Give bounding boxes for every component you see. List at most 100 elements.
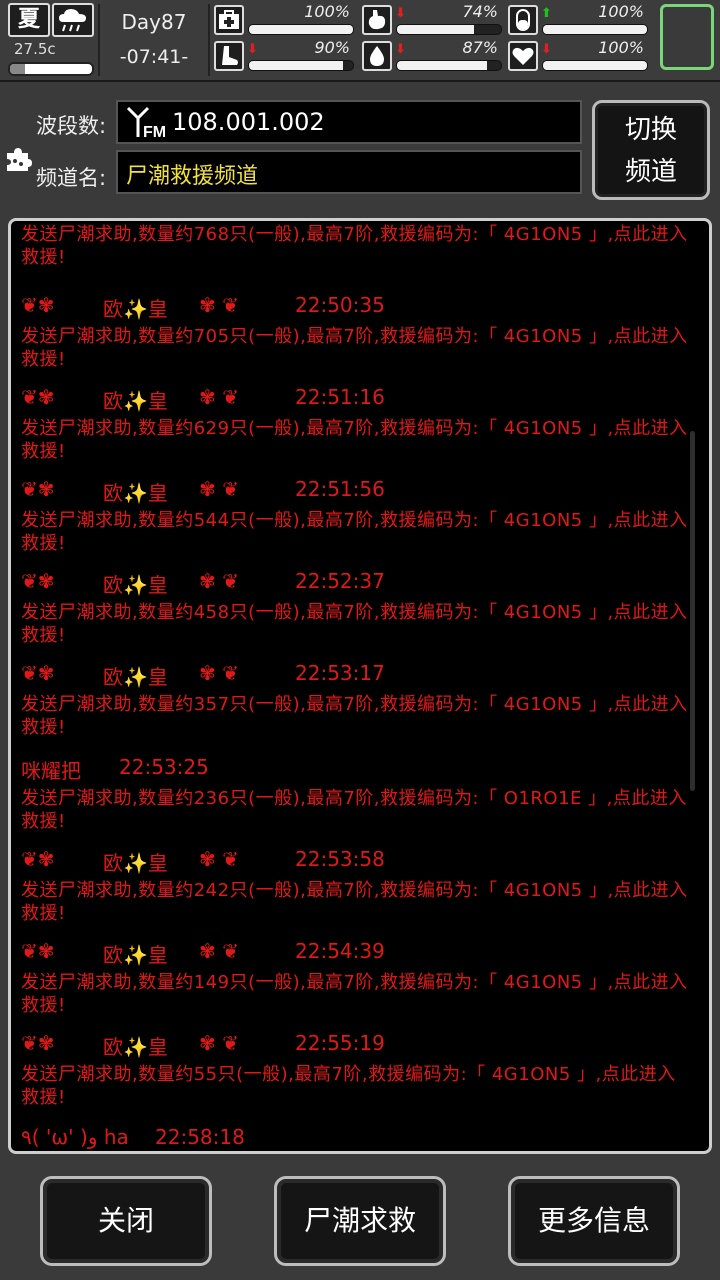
sender-name[interactable]: 欧✨皇 [103,293,168,322]
water-drop-icon [362,41,392,71]
message-body[interactable]: 发送尸潮求助,数量约149只(一般),最高7阶,救援编码为:「 4G1ON5 」… [21,971,689,1017]
stat-value: 90% [314,38,350,57]
switch-label-line2: 频道 [624,157,677,187]
sender-decoration-icon: ❦✾ [21,1031,55,1055]
sender-name[interactable]: 欧✨皇 [103,1031,168,1060]
hunger-stat: ⬇ 74% [362,2,502,36]
sender-decoration-icon: ✾ ❦ [199,569,239,593]
message-body[interactable]: 发送尸潮求助,数量约357只(一般),最高7阶,救援编码为:「 4G1ON5 」… [21,693,689,739]
sender-name[interactable]: 欧✨皇 [103,939,168,968]
message-body[interactable]: 发送尸潮求助,数量约236只(一般),最高7阶,救援编码为:「 O1RO1E 」… [21,787,689,833]
status-slot-button[interactable] [660,4,714,70]
sender-decoration-icon: ❦✾ [21,569,55,593]
band-value: 108.001.002 [172,108,325,136]
sender-decoration-icon: ✾ ❦ [199,293,239,317]
fm-antenna-icon: FM [122,104,168,141]
stat-bar [396,60,502,71]
message-sender-row: 咪耀把 22:53:25 [21,747,689,787]
game-clock: -07:41- [119,46,189,68]
message-item[interactable]: ٩( 'ω' )و ha 22:58:18 [21,1117,689,1151]
stat-bar [248,60,354,71]
trend-down-arrow: ⬇ [247,42,258,57]
message-sender-row: ❦✾ 欧✨皇 ✾ ❦ 22:52:37 [21,561,689,601]
temperature-bar [8,62,94,76]
stat-value: 100% [598,2,644,21]
message-sender-row: ❦✾ 欧✨皇 ✾ ❦ 22:54:39 [21,931,689,971]
message-time: 22:52:37 [295,569,385,593]
message-time: 22:50:35 [295,293,385,317]
day-counter: Day87 [121,10,187,34]
message-sender-row: ❦✾ 欧✨皇 ✾ ❦ 22:50:35 [21,285,689,325]
sender-decoration-icon: ✾ ❦ [199,661,239,685]
message-item[interactable]: ❦✾ 欧✨皇 ✾ ❦ 22:53:58 发送尸潮求助,数量约242只(一般),最高7阶,… [21,839,689,925]
zombie-rescue-button[interactable]: 尸潮求救 [274,1176,446,1266]
temperature-label: 27.5c [14,40,56,58]
sender-decoration-icon: ✾ ❦ [199,939,239,963]
close-button[interactable]: 关闭 [40,1176,212,1266]
puzzle-icon[interactable] [4,144,34,174]
message-time: 22:51:56 [295,477,385,501]
sender-name[interactable]: 咪耀把 [21,755,81,784]
message-body[interactable]: 发送尸潮求助,数量约629只(一般),最高7阶,救援编码为:「 4G1ON5 」… [21,417,689,463]
stat-bar [542,24,648,35]
switch-channel-button[interactable]: 切换 频道 [592,100,710,200]
message-item[interactable]: ❦✾ 欧✨皇 ✾ ❦ 22:51:56 发送尸潮求助,数量约544只(一般),最高7阶,… [21,469,689,555]
trend-up-arrow: ⬆ [541,6,552,21]
trend-down-arrow: ⬇ [395,6,406,21]
more-info-button[interactable]: 更多信息 [508,1176,680,1266]
message-time: 22:53:58 [295,847,385,871]
sender-name[interactable]: ٩( 'ω' )و ha [21,1125,129,1149]
message-item[interactable]: ❦✾ 欧✨皇 ✾ ❦ 22:54:39 发送尸潮求助,数量约149只(一般),最高7阶,… [21,931,689,1017]
mood-stat: ⬇ 100% [508,38,648,72]
message-item[interactable]: ❦✾ 欧✨皇 ✾ ❦ 22:52:37 发送尸潮求助,数量约458只(一般),最高7阶,… [21,561,689,647]
message-body[interactable]: 发送尸潮求助,数量约705只(一般),最高7阶,救援编码为:「 4G1ON5 」… [21,325,689,371]
message-time: 22:53:25 [119,755,209,779]
message-panel[interactable]: 发送尸潮求助,数量约768只(一般),最高7阶,救援编码为:「 4G1ON5 」… [8,218,712,1154]
message-sender-row: ٩( 'ω' )و ha 22:58:18 [21,1117,689,1151]
sender-decoration-icon: ✾ ❦ [199,1031,239,1055]
radio-header: 波段数: FM 108.001.002 频道名: 尸潮救援频道 切换 频道 [7,88,710,208]
sender-name[interactable]: 欧✨皇 [103,847,168,876]
sender-decoration-icon: ❦✾ [21,477,55,501]
message-sender-row: ❦✾ 欧✨皇 ✾ ❦ 22:51:56 [21,469,689,509]
message-time: 22:58:18 [155,1125,245,1149]
message-sender-row: ❦✾ 欧✨皇 ✾ ❦ 22:53:17 [21,653,689,693]
heart-icon [508,41,538,71]
message-item[interactable]: ❦✾ 欧✨皇 ✾ ❦ 22:50:35 发送尸潮求助,数量约705只(一般),最高7阶,… [21,285,689,371]
stat-value: 74% [462,2,498,21]
trend-down-arrow: ⬇ [395,42,406,57]
sender-decoration-icon: ✾ ❦ [199,385,239,409]
sender-name[interactable]: 欧✨皇 [103,569,168,598]
message-item[interactable]: ❦✾ 欧✨皇 ✾ ❦ 22:51:16 发送尸潮求助,数量约629只(一般),最高7阶,… [21,377,689,463]
sender-name[interactable]: 欧✨皇 [103,477,168,506]
message-sender-row: ❦✾ 欧✨皇 ✾ ❦ 22:51:16 [21,377,689,417]
message-time: 22:53:17 [295,661,385,685]
sender-decoration-icon: ✾ ❦ [199,477,239,501]
pill-icon [508,5,538,35]
sender-name[interactable]: 欧✨皇 [103,385,168,414]
sender-decoration-icon: ❦✾ [21,939,55,963]
message-sender-row: ❦✾ 欧✨皇 ✾ ❦ 22:53:58 [21,839,689,879]
stat-bar [542,60,648,71]
medicine-stat: ⬆ 100% [508,2,648,36]
message-item[interactable]: ❦✾ 欧✨皇 ✾ ❦ 22:53:17 发送尸潮求助,数量约357只(一般),最高7阶,… [21,653,689,739]
season-badge: 夏 [8,3,50,37]
message-body[interactable]: 发送尸潮求助,数量约544只(一般),最高7阶,救援编码为:「 4G1ON5 」… [21,509,689,555]
message-item[interactable]: ❦✾ 欧✨皇 ✾ ❦ 22:55:19 发送尸潮求助,数量约55只(一般),最高7阶,救… [21,1023,689,1109]
sender-name[interactable]: 欧✨皇 [103,661,168,690]
band-label: 波段数: [36,114,107,138]
message-item[interactable]: 发送尸潮求助,数量约768只(一般),最高7阶,救援编码为:「 4G1ON5 」… [21,223,689,269]
sender-decoration-icon: ❦✾ [21,385,55,409]
message-time: 22:51:16 [295,385,385,409]
thirst-stat: ⬇ 87% [362,38,502,72]
message-body[interactable]: 发送尸潮求助,数量约768只(一般),最高7阶,救援编码为:「 4G1ON5 」… [21,223,689,269]
message-item[interactable]: 咪耀把 22:53:25 发送尸潮求助,数量约236只(一般),最高7阶,救援编码为… [21,747,689,833]
message-body[interactable]: 发送尸潮求助,数量约242只(一般),最高7阶,救援编码为:「 4G1ON5 」… [21,879,689,925]
svg-text:FM: FM [143,124,166,140]
band-field: FM 108.001.002 [116,100,582,144]
message-body[interactable]: 发送尸潮求助,数量约458只(一般),最高7阶,救援编码为:「 4G1ON5 」… [21,601,689,647]
foot-icon [214,41,244,71]
trend-down-arrow: ⬇ [541,42,552,57]
scrollbar[interactable] [690,431,695,791]
message-body[interactable]: 发送尸潮求助,数量约55只(一般),最高7阶,救援编码为:「 4G1ON5 」,… [21,1063,689,1109]
